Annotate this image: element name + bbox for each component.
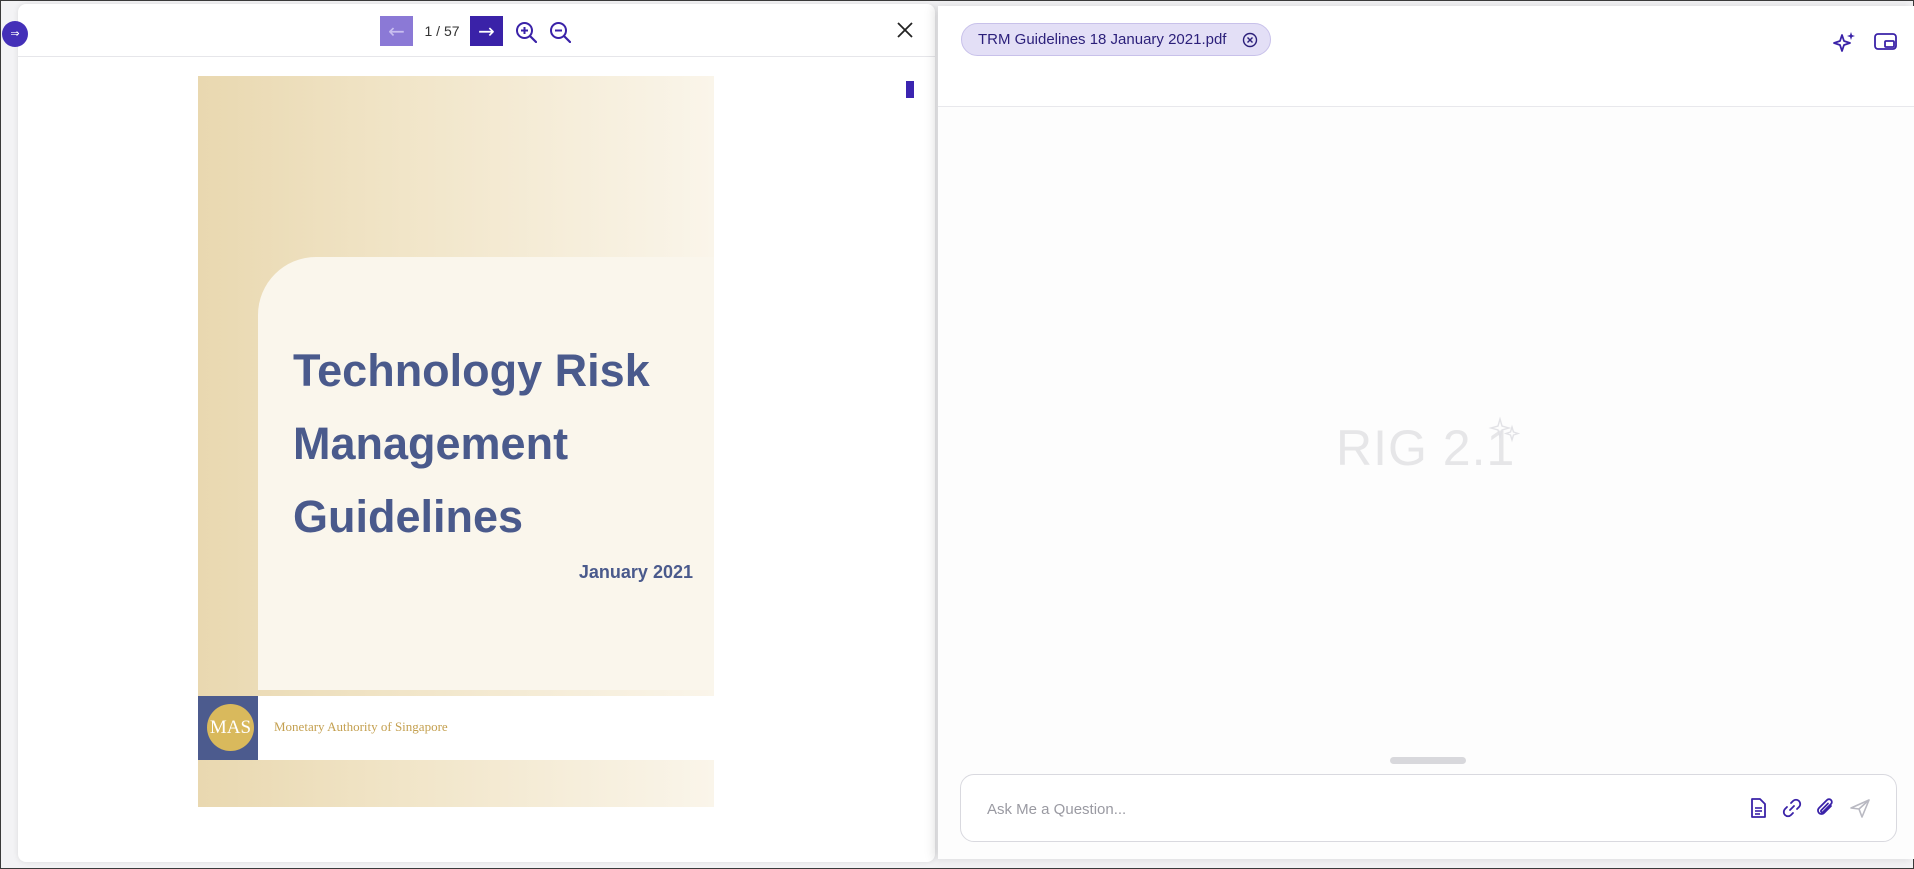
document-title: Technology Risk Management Guidelines <box>293 334 693 553</box>
chat-header: TRM Guidelines 18 January 2021.pdf <box>938 6 1914 107</box>
resize-handle[interactable] <box>1390 757 1466 764</box>
paperclip-icon[interactable] <box>1814 796 1838 820</box>
document-icon[interactable] <box>1746 796 1770 820</box>
document-date: January 2021 <box>578 562 693 582</box>
link-icon[interactable] <box>1780 796 1804 820</box>
organization-name: Monetary Authority of Singapore <box>274 719 448 734</box>
close-icon[interactable] <box>894 19 916 41</box>
mas-logo-text: MAS <box>207 704 254 751</box>
title-line: Management <box>293 418 569 469</box>
file-chip[interactable]: TRM Guidelines 18 January 2021.pdf <box>961 23 1272 56</box>
expand-sidebar-icon[interactable]: ⇒ <box>2 21 28 47</box>
next-page-button[interactable]: → <box>470 16 503 46</box>
screen-icon[interactable] <box>1873 29 1899 55</box>
send-icon[interactable] <box>1848 796 1872 820</box>
sparkle-icon[interactable] <box>1832 29 1858 55</box>
chat-panel: TRM Guidelines 18 January 2021.pdf RIG 2… <box>938 6 1914 859</box>
question-input[interactable] <box>987 797 1747 821</box>
app-window: ← 1 / 57 → Technology Risk Management Gu… <box>0 0 1914 869</box>
title-line: Technology Risk <box>293 345 650 396</box>
mas-logo: MAS <box>198 696 258 760</box>
cover-footer: MAS Monetary Authority of Singapore <box>198 696 714 760</box>
question-box <box>960 774 1897 842</box>
scrollbar-thumb[interactable] <box>906 81 914 98</box>
zoom-in-icon[interactable] <box>515 21 537 43</box>
previous-page-button[interactable]: ← <box>380 16 413 46</box>
viewer-toolbar: ← 1 / 57 → <box>18 4 935 57</box>
title-line: Guidelines <box>293 491 524 542</box>
remove-file-icon[interactable] <box>1242 32 1258 48</box>
brand-sparkle-icon <box>1488 416 1521 443</box>
file-chip-label: TRM Guidelines 18 January 2021.pdf <box>978 31 1227 48</box>
pdf-page: Technology Risk Management Guidelines Ja… <box>198 76 714 807</box>
zoom-out-icon[interactable] <box>549 21 571 43</box>
page-counter: 1 / 57 <box>424 23 460 39</box>
